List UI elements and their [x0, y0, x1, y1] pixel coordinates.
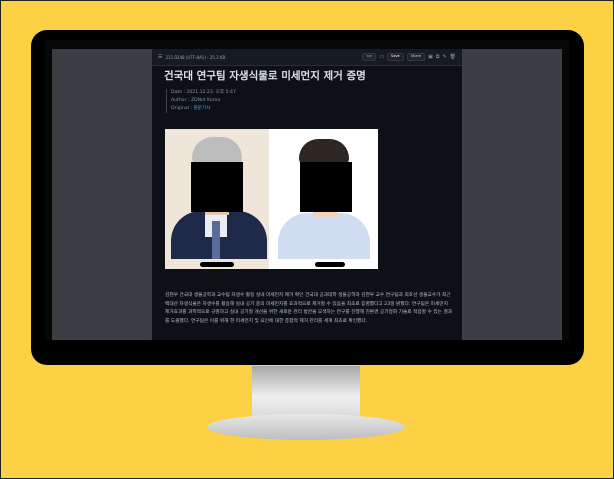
meta-original: Original : 원문기사 — [171, 106, 211, 111]
article-body: 김현우 건국대 생물공학과 교수팀 자생수 활동 실내 미세먼지 제거 확인 건… — [165, 293, 453, 324]
original-article-link[interactable]: 원문기사 — [193, 106, 210, 111]
screen: ☰ 211.0248 (UTF-8A1) · 25.3 KB <> ▭ Save… — [52, 49, 562, 340]
person-right — [278, 213, 370, 259]
share-button[interactable]: Share — [406, 53, 426, 61]
article-meta: Date : 2021.12.23. 오후 5:47 Author : ZDNe… — [166, 89, 236, 113]
toolbar: ☰ 211.0248 (UTF-8A1) · 25.3 KB <> ▭ Save… — [152, 49, 462, 66]
name-redaction-bar — [200, 262, 234, 267]
copy-icon[interactable]: ⧉ — [436, 54, 440, 60]
document-info: 211.0248 (UTF-8A1) · 25.3 KB — [165, 54, 226, 60]
meta-date: Date : 2021.12.23. 오후 5:47 — [171, 90, 236, 95]
article-photo — [165, 129, 378, 269]
name-redaction-bar — [315, 262, 345, 267]
face-redaction-box — [300, 162, 352, 212]
trash-icon[interactable]: 🗑 — [450, 54, 456, 60]
monitor-base — [207, 414, 405, 440]
edit-icon[interactable]: ✎ — [442, 54, 446, 60]
file-icon[interactable]: ▭ — [379, 54, 384, 60]
menu-icon[interactable]: ☰ — [158, 54, 162, 60]
article-title: 건국대 연구팀 자생식물로 미세먼지 제거 증명 — [164, 70, 366, 82]
monitor-stand — [252, 366, 360, 418]
document-viewer: ☰ 211.0248 (UTF-8A1) · 25.3 KB <> ▭ Save… — [152, 49, 462, 340]
code-view-button[interactable]: <> — [362, 53, 377, 61]
meta-author: Author : ZDNet Korea — [171, 98, 221, 103]
monitor-icon[interactable]: ▣ — [428, 54, 433, 60]
face-redaction-box — [191, 162, 243, 212]
save-button[interactable]: Save — [386, 53, 404, 61]
